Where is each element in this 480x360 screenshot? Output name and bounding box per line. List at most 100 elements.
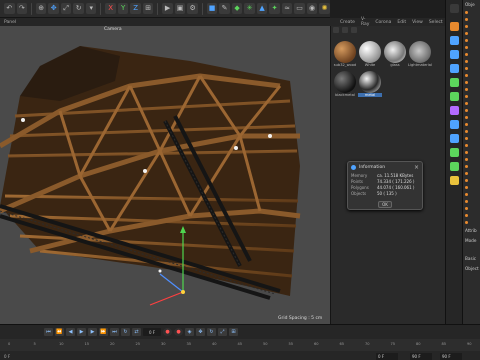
object-list-item[interactable] bbox=[463, 177, 480, 184]
attributes-basic-tab[interactable]: Basic bbox=[463, 254, 478, 263]
object-list-item[interactable] bbox=[463, 170, 480, 177]
keyframe-selection-icon[interactable]: ◈ bbox=[185, 328, 194, 336]
object-list-item[interactable] bbox=[463, 191, 480, 198]
attributes-mode[interactable]: Mode bbox=[463, 236, 478, 245]
array-icon[interactable]: ✳ bbox=[244, 3, 255, 14]
z-axis-lock-icon[interactable]: Z bbox=[130, 3, 141, 14]
tag-icon[interactable] bbox=[450, 148, 459, 157]
grid-view-icon[interactable] bbox=[333, 27, 339, 33]
close-icon[interactable]: × bbox=[414, 164, 419, 171]
object-list-item[interactable] bbox=[463, 65, 480, 72]
null-icon[interactable] bbox=[450, 22, 459, 31]
3d-viewport[interactable]: Camera Grid Spacing : 5 cm bbox=[0, 26, 330, 324]
cloner-icon[interactable] bbox=[450, 92, 459, 101]
material-swatch[interactable]: glass bbox=[383, 41, 407, 69]
object-list-item[interactable] bbox=[463, 219, 480, 226]
next-key-icon[interactable]: ⏩ bbox=[99, 328, 108, 336]
object-list-item[interactable] bbox=[463, 198, 480, 205]
subdivision-icon[interactable]: ◆ bbox=[231, 3, 243, 14]
spline-icon[interactable] bbox=[450, 78, 459, 87]
recent-tools-icon[interactable]: ▾ bbox=[85, 3, 97, 14]
menu-view[interactable]: View bbox=[412, 20, 423, 25]
light-icon[interactable]: ✺ bbox=[319, 3, 330, 14]
live-selection-icon[interactable]: ⊕ bbox=[35, 3, 47, 14]
material-swatch[interactable]: sub32_wood bbox=[333, 41, 357, 69]
rotate-icon[interactable]: ↻ bbox=[73, 3, 84, 14]
ok-button[interactable]: OK bbox=[378, 201, 392, 208]
object-list-item[interactable] bbox=[463, 16, 480, 23]
camera-label[interactable]: Camera bbox=[104, 27, 122, 32]
next-frame-icon[interactable]: ▶ bbox=[88, 328, 97, 336]
autokey-icon[interactable]: ● bbox=[174, 328, 183, 336]
deformer-icon[interactable]: ≈ bbox=[281, 3, 293, 14]
mograph-icon[interactable]: ✦ bbox=[269, 3, 280, 14]
object-list-item[interactable] bbox=[463, 30, 480, 37]
menu-edit[interactable]: Edit bbox=[397, 20, 406, 25]
material-swatch[interactable]: blackmetal bbox=[333, 71, 357, 99]
go-to-end-icon[interactable]: ⏭ bbox=[110, 328, 119, 336]
object-list-item[interactable] bbox=[463, 100, 480, 107]
object-list-item[interactable] bbox=[463, 37, 480, 44]
object-list-item[interactable] bbox=[463, 128, 480, 135]
cube-icon[interactable] bbox=[450, 36, 459, 45]
rotation-key-icon[interactable]: ↻ bbox=[207, 328, 216, 336]
object-list-item[interactable] bbox=[463, 93, 480, 100]
object-list-item[interactable] bbox=[463, 205, 480, 212]
filter-icon[interactable] bbox=[351, 27, 357, 33]
floor-icon[interactable]: ▭ bbox=[294, 3, 305, 14]
menu-select[interactable]: Select bbox=[429, 20, 443, 25]
menu-corona[interactable]: Corona bbox=[375, 20, 391, 25]
object-list-item[interactable] bbox=[463, 149, 480, 156]
previous-frame-icon[interactable]: ◀ bbox=[66, 328, 75, 336]
material-swatch[interactable]: White bbox=[358, 41, 382, 69]
y-axis-lock-icon[interactable]: Y bbox=[117, 3, 129, 14]
object-list-item[interactable] bbox=[463, 142, 480, 149]
record-icon[interactable]: ● bbox=[163, 328, 172, 336]
text-icon[interactable] bbox=[450, 64, 459, 73]
start-frame-field[interactable]: 0 F bbox=[376, 353, 398, 360]
object-list-item[interactable] bbox=[463, 184, 480, 191]
dialog-titlebar[interactable]: Information × bbox=[348, 162, 422, 172]
object-list-item[interactable] bbox=[463, 163, 480, 170]
edit-icon[interactable] bbox=[450, 120, 459, 129]
object-list-item[interactable] bbox=[463, 107, 480, 114]
end-frame-field[interactable]: 90 F bbox=[410, 353, 432, 360]
object-list-item[interactable] bbox=[463, 156, 480, 163]
playback-mode-icon[interactable]: ⇄ bbox=[132, 328, 141, 336]
material-swatch-selected[interactable]: metal bbox=[358, 71, 382, 99]
extrude-icon[interactable]: ▲ bbox=[256, 3, 268, 14]
scale-key-icon[interactable]: ⤢ bbox=[218, 328, 227, 336]
object-list-item[interactable] bbox=[463, 23, 480, 30]
scale-icon[interactable]: ⤢ bbox=[60, 3, 72, 14]
render-picture-viewer-icon[interactable]: ▣ bbox=[174, 3, 186, 14]
grid-key-icon[interactable]: ⊞ bbox=[229, 328, 238, 336]
object-list-item[interactable] bbox=[463, 212, 480, 219]
object-list-item[interactable] bbox=[463, 86, 480, 93]
render-view-icon[interactable]: ▶ bbox=[162, 3, 173, 14]
hamburger-icon[interactable] bbox=[450, 4, 459, 13]
pen-icon[interactable]: ✎ bbox=[219, 3, 230, 14]
current-frame-field[interactable]: 0 F bbox=[143, 328, 161, 336]
object-list-item[interactable] bbox=[463, 114, 480, 121]
coordinate-system-icon[interactable]: ⊞ bbox=[142, 3, 154, 14]
arrow-icon[interactable] bbox=[342, 27, 348, 33]
sphere-icon[interactable] bbox=[450, 50, 459, 59]
undo-icon[interactable]: ↶ bbox=[4, 3, 15, 14]
redo-icon[interactable]: ↷ bbox=[16, 3, 27, 14]
deformer-icon[interactable] bbox=[450, 106, 459, 115]
camera-icon[interactable]: ◉ bbox=[306, 3, 318, 14]
cube-icon[interactable]: ■ bbox=[206, 3, 218, 14]
object-list-item[interactable] bbox=[463, 72, 480, 79]
timeline-ruler[interactable]: 0 5 10 15 20 25 30 35 40 45 50 55 60 65 70 75 80 85 90 bbox=[0, 339, 480, 351]
object-list-item[interactable] bbox=[463, 58, 480, 65]
move-icon[interactable]: ✥ bbox=[48, 3, 59, 14]
edit-render-settings-icon[interactable]: ⚙ bbox=[187, 3, 198, 14]
x-axis-lock-icon[interactable]: X bbox=[105, 3, 116, 14]
object-list-item[interactable] bbox=[463, 9, 480, 16]
object-list-item[interactable] bbox=[463, 79, 480, 86]
light-icon[interactable] bbox=[450, 176, 459, 185]
object-list-item[interactable] bbox=[463, 44, 480, 51]
play-icon[interactable]: ▶ bbox=[77, 328, 86, 336]
menu-create[interactable]: Create bbox=[340, 20, 355, 25]
position-key-icon[interactable]: ✥ bbox=[196, 328, 205, 336]
